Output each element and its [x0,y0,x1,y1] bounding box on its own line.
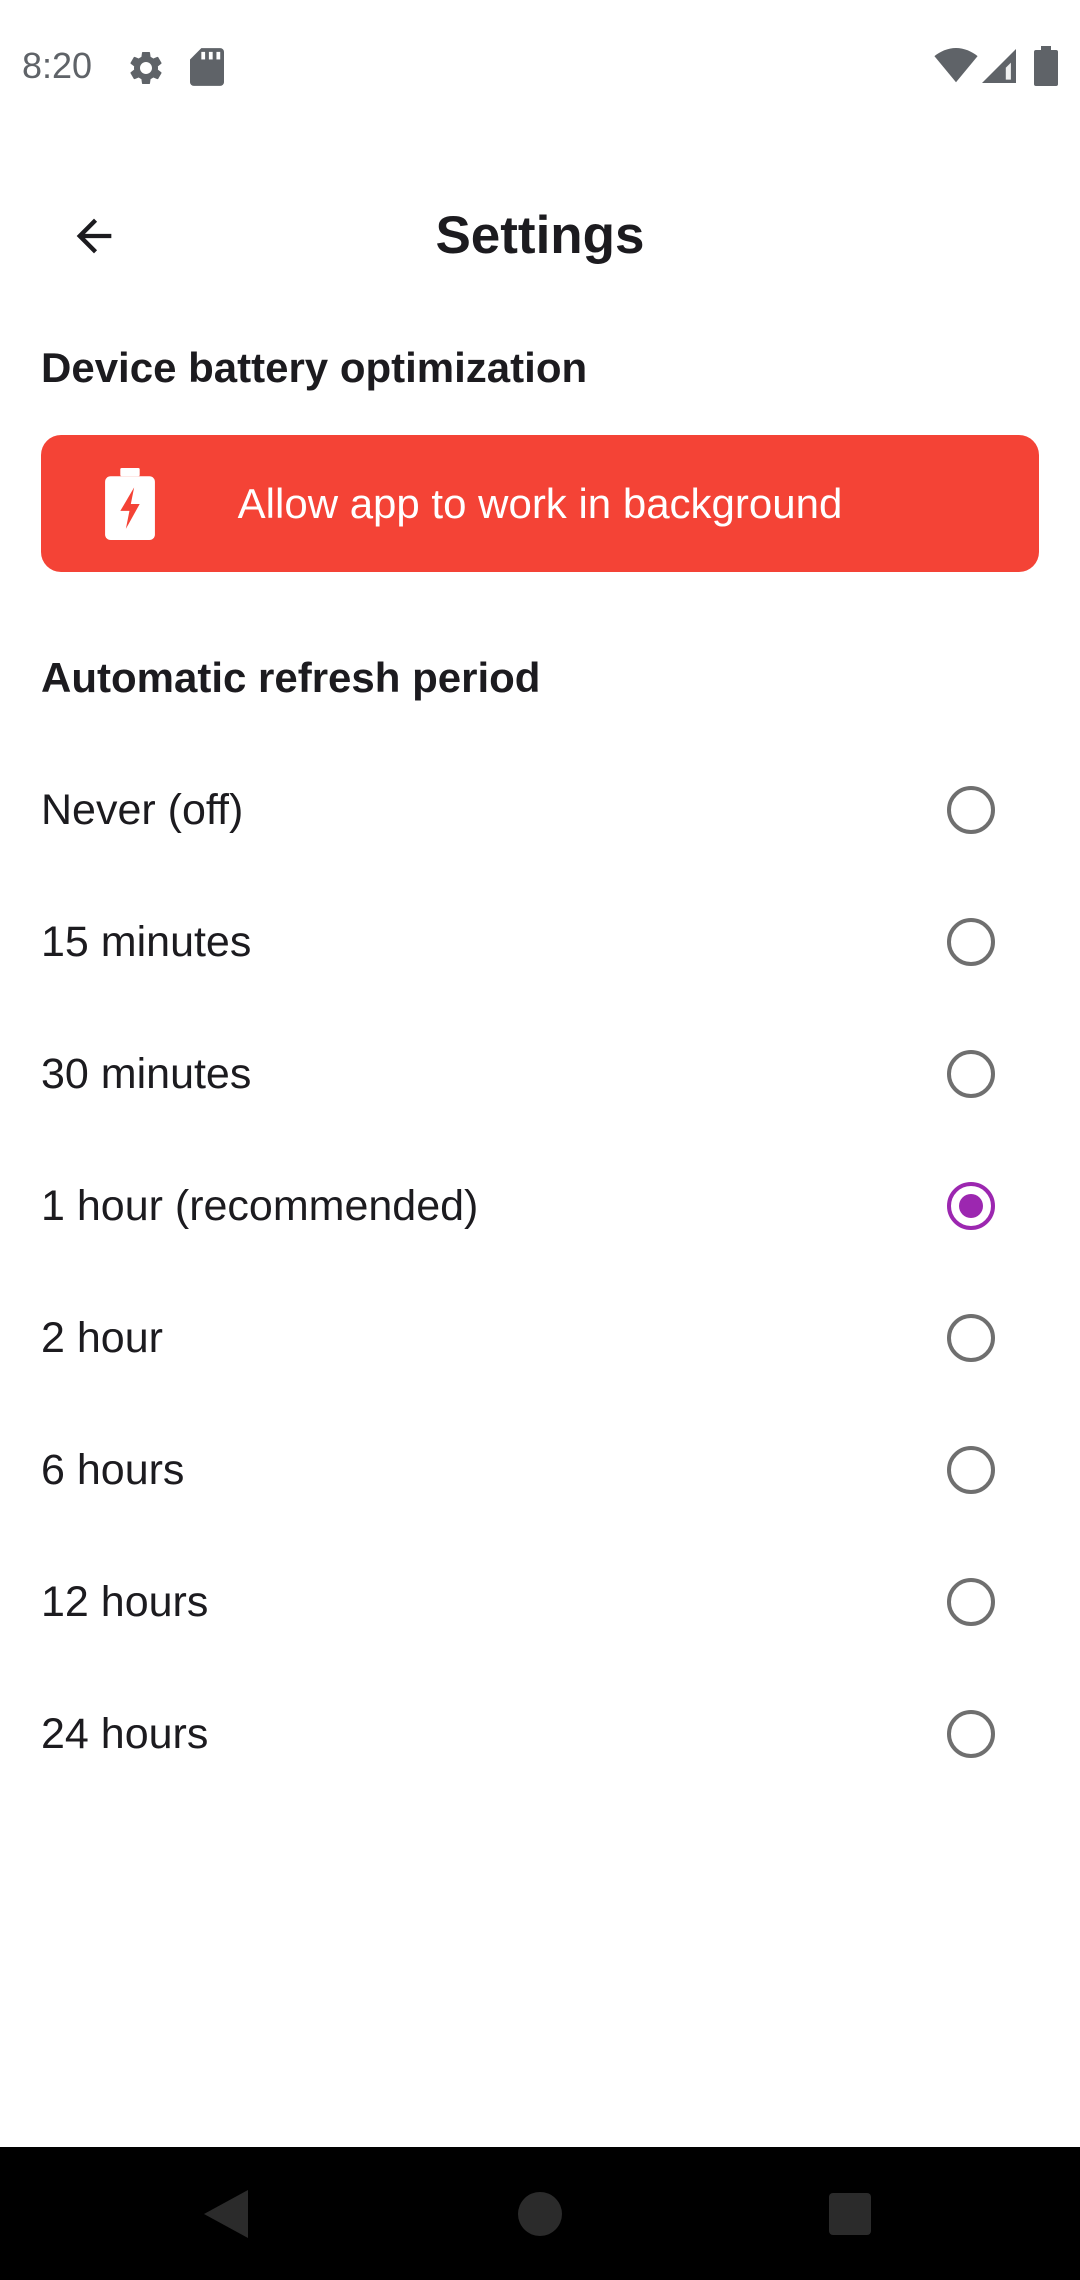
option-label: 30 minutes [41,1050,252,1098]
refresh-period-radio-group: Never (off) 15 minutes 30 minutes 1 hour… [0,744,1080,1800]
gear-icon [130,51,162,84]
radio-button[interactable] [947,1710,995,1758]
nav-recents-button[interactable] [770,2147,930,2280]
page-title: Settings [435,206,645,265]
radio-button[interactable] [947,1050,995,1098]
system-nav-bar [0,2147,1080,2280]
option-label: 12 hours [41,1578,209,1626]
home-circle-icon [518,2191,562,2236]
option-label: 1 hour (recommended) [41,1182,479,1230]
refresh-option-12-hours[interactable]: 12 hours [0,1536,1080,1668]
settings-screen: 8:20 Settings Device battery optimizatio… [0,0,1080,2280]
radio-selected-dot [959,1194,983,1218]
radio-button[interactable] [947,786,995,834]
status-time: 8:20 [22,45,93,86]
back-triangle-icon [204,2189,248,2238]
radio-button-selected[interactable] [947,1182,995,1230]
option-label: 15 minutes [41,918,252,966]
app-bar: Settings [0,180,1080,292]
battery-icon [1034,46,1058,86]
nav-back-button[interactable] [146,2147,306,2280]
radio-button[interactable] [947,1578,995,1626]
allow-background-button[interactable]: Allow app to work in background [41,435,1039,572]
battery-section-heading: Device battery optimization [41,344,588,391]
nav-home-button[interactable] [460,2147,620,2280]
refresh-option-1-hour[interactable]: 1 hour (recommended) [0,1140,1080,1272]
cell-signal-icon [982,49,1016,83]
allow-background-label: Allow app to work in background [237,480,843,527]
refresh-section-heading: Automatic refresh period [41,654,541,701]
back-button[interactable] [44,180,144,292]
option-label: 2 hour [41,1314,163,1362]
recents-square-icon [829,2192,871,2235]
refresh-option-15-minutes[interactable]: 15 minutes [0,876,1080,1008]
radio-button[interactable] [947,918,995,966]
refresh-option-never[interactable]: Never (off) [0,744,1080,876]
option-label: 24 hours [41,1710,209,1758]
status-bar: 8:20 [0,0,1080,134]
option-label: 6 hours [41,1446,185,1494]
refresh-option-2-hour[interactable]: 2 hour [0,1272,1080,1404]
wifi-icon [934,48,978,83]
refresh-option-6-hours[interactable]: 6 hours [0,1404,1080,1536]
sd-card-icon [190,48,224,86]
refresh-option-30-minutes[interactable]: 30 minutes [0,1008,1080,1140]
option-label: Never (off) [41,786,244,834]
radio-button[interactable] [947,1446,995,1494]
radio-button[interactable] [947,1314,995,1362]
refresh-option-24-hours[interactable]: 24 hours [0,1668,1080,1800]
arrow-back-icon [76,218,112,254]
